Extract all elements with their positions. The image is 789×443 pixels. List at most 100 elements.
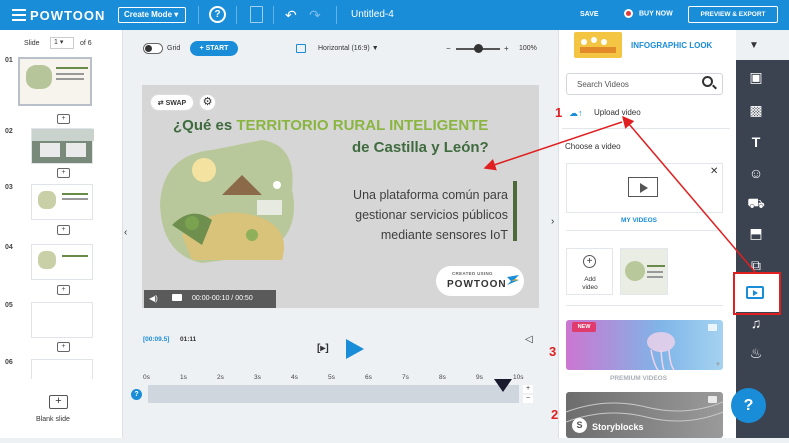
orientation-dropdown[interactable]: Horizontal (16:9) ▼	[318, 45, 379, 52]
heading-highlight: TERRITORIO RURAL INTELIGENTE	[236, 117, 489, 134]
slide-heading-line2[interactable]: de Castilla y León?	[352, 139, 489, 156]
timeline-help-icon[interactable]: ?	[131, 389, 142, 400]
thumb-line	[56, 73, 84, 75]
animation-icon[interactable]: ♨	[745, 342, 767, 364]
player-time: 00:00-00:10 / 00:50	[192, 295, 253, 302]
collapse-left-chevron-icon[interactable]: ‹	[124, 227, 127, 238]
style-dropdown-icon[interactable]: ▼	[749, 40, 759, 51]
premium-videos-label: PREMIUM VIDEOS	[610, 375, 668, 382]
thumb-sky	[32, 129, 94, 141]
play-scene-button[interactable]: [▸]	[317, 343, 329, 354]
notes-icon[interactable]	[250, 6, 263, 23]
help-icon[interactable]: ?	[209, 6, 226, 23]
thumb-building	[66, 143, 86, 157]
slide-selector[interactable]: 1 ▾	[50, 37, 74, 49]
search-icon[interactable]	[702, 76, 713, 87]
swap-button[interactable]: ⇄ SWAP	[150, 94, 194, 111]
buy-now-button[interactable]: BUY NOW	[624, 9, 673, 18]
accent-bar	[513, 181, 517, 241]
timeline-zoom-out-button[interactable]: −	[523, 395, 533, 403]
style-thumbnail[interactable]	[574, 32, 622, 58]
menu-icon[interactable]	[12, 9, 26, 21]
layout-icon[interactable]: ▣	[745, 66, 767, 88]
close-icon[interactable]: ✕	[710, 166, 718, 177]
divider	[562, 128, 730, 129]
add-slide-icon[interactable]: +	[57, 342, 70, 352]
timeline-total-time: 01:11	[180, 336, 197, 343]
my-videos-tab[interactable]: MY VIDEOS	[621, 217, 657, 224]
thumb-line	[62, 198, 88, 200]
orientation-icon	[296, 44, 306, 53]
help-button[interactable]: ?	[731, 388, 766, 423]
play-button[interactable]	[346, 339, 364, 359]
slide-thumbnail-6[interactable]	[31, 359, 93, 379]
tick-label: 5s	[328, 374, 335, 381]
grid-toggle[interactable]	[143, 43, 163, 54]
undo-icon[interactable]: ↶	[285, 7, 297, 24]
divider	[198, 6, 199, 24]
blank-slide-button[interactable]: +	[49, 395, 68, 409]
annotation-number: 3	[549, 344, 557, 359]
add-icon: +	[583, 255, 596, 268]
save-button[interactable]: SAVE	[580, 11, 599, 18]
start-button[interactable]: + START	[190, 41, 238, 56]
props-icon[interactable]: ⛟	[745, 192, 767, 214]
slide-thumbnail-1[interactable]	[18, 57, 92, 106]
tick-label: 8s	[439, 374, 446, 381]
thumb-illustration	[26, 65, 52, 89]
background-icon[interactable]: ▩	[745, 99, 767, 121]
text-icon[interactable]: T	[745, 131, 767, 153]
timeline-ruler: 0s 1s 2s 3s 4s 5s 6s 7s 8s 9s 10s	[143, 374, 528, 382]
slide-thumbnail-5[interactable]	[31, 302, 93, 338]
slide-number: 05	[5, 302, 13, 309]
speaker-icon[interactable]: ◁	[525, 334, 533, 345]
storyblocks-card[interactable]	[565, 392, 724, 438]
dropdown-caret-icon[interactable]: ▼	[715, 362, 721, 368]
thumb-line	[56, 67, 88, 69]
zoom-in-icon[interactable]: +	[504, 44, 509, 53]
add-slide-icon[interactable]: +	[57, 168, 70, 178]
upload-video-link[interactable]: Upload video	[594, 108, 641, 117]
preview-export-button[interactable]: PREVIEW & EXPORT	[688, 6, 778, 23]
add-slide-icon[interactable]: +	[57, 114, 70, 124]
zoom-slider-handle[interactable]	[474, 44, 483, 53]
thumb-illustration	[38, 251, 56, 269]
gear-icon[interactable]: ⚙	[199, 94, 216, 111]
tick-label: 9s	[476, 374, 483, 381]
app-logo: POWTOON	[30, 8, 106, 23]
add-slide-icon[interactable]: +	[57, 285, 70, 295]
storyblocks-icon: S	[572, 418, 587, 433]
music-icon[interactable]: ♫	[745, 312, 767, 334]
thumb-line	[62, 255, 88, 257]
slide-thumbnail-2[interactable]	[31, 128, 94, 164]
watermark-created-label: CREATED USING	[452, 271, 493, 276]
zoom-out-icon[interactable]: −	[446, 44, 451, 53]
slide-body-text[interactable]: Una plataforma común para gestionar serv…	[308, 185, 508, 245]
zoom-value: 100%	[519, 45, 537, 52]
redo-icon[interactable]: ↷	[309, 7, 321, 24]
collapse-right-chevron-icon[interactable]: ›	[551, 216, 554, 227]
tick-label: 6s	[365, 374, 372, 381]
slide-label: Slide	[24, 40, 40, 47]
create-mode-dropdown[interactable]: Create Mode ▾	[118, 7, 186, 23]
add-slide-icon[interactable]: +	[57, 225, 70, 235]
style-name[interactable]: INFOGRAPHIC LOOK	[631, 41, 712, 50]
slide-count: of 6	[80, 40, 92, 47]
timeline-playhead[interactable]	[494, 379, 512, 392]
characters-icon[interactable]: ☺	[745, 162, 767, 184]
camera-icon[interactable]	[172, 294, 182, 301]
slide-thumbnail-4[interactable]	[31, 244, 93, 280]
cloud-upload-icon[interactable]: ☁↑	[569, 108, 583, 119]
timeline-track[interactable]	[148, 385, 519, 403]
uploaded-video-thumbnail[interactable]	[620, 248, 668, 295]
thumb-building	[40, 143, 60, 157]
slide-heading[interactable]: ¿Qué es TERRITORIO RURAL INTELIGENTE	[173, 117, 488, 134]
timeline-zoom-in-button[interactable]: +	[523, 385, 533, 393]
shapes-icon[interactable]: ⬒	[745, 222, 767, 244]
timeline-current-time: [00:09.5]	[143, 336, 170, 343]
annotation-number: 1	[555, 105, 563, 120]
slide-thumbnail-3[interactable]	[31, 184, 93, 220]
project-title[interactable]: Untitled-4	[351, 9, 394, 20]
body-line: gestionar servicios públicos	[355, 208, 508, 222]
volume-icon[interactable]: ◀)	[149, 294, 158, 303]
